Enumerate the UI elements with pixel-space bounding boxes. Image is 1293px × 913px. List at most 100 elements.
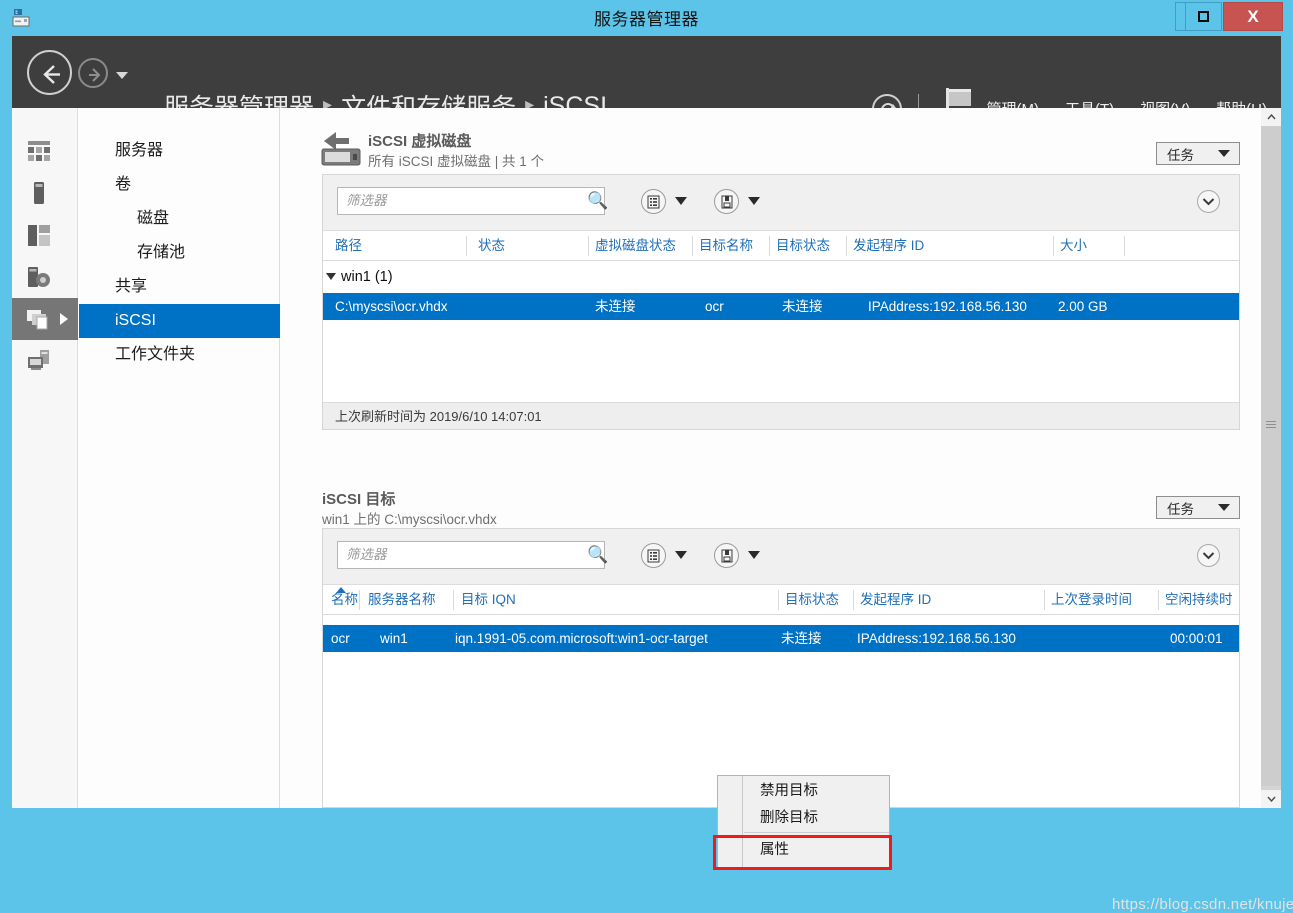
- target-col-initiator-id[interactable]: 发起程序 ID: [860, 585, 931, 615]
- history-dropdown-icon[interactable]: [116, 72, 128, 79]
- column-divider[interactable]: [769, 236, 770, 256]
- dashboard-icon: [28, 141, 50, 161]
- scroll-down-button[interactable]: [1261, 790, 1281, 808]
- target-cell-server-name: win1: [380, 631, 408, 646]
- column-divider[interactable]: [1124, 236, 1125, 256]
- vdisk-collapse-button[interactable]: [1197, 190, 1220, 213]
- column-divider[interactable]: [466, 236, 467, 256]
- tree-item-volumes[interactable]: 卷: [79, 168, 280, 202]
- group-collapse-icon[interactable]: [326, 273, 336, 280]
- vdisk-col-initiator-id[interactable]: 发起程序 ID: [853, 231, 924, 261]
- vdisk-filter-bar: 筛选器 🔍: [323, 175, 1239, 231]
- vdisk-col-target-name[interactable]: 目标名称: [699, 231, 753, 261]
- context-menu-item-properties[interactable]: 属性: [744, 837, 890, 863]
- vdisk-table-row[interactable]: C:\myscsi\ocr.vhdx 未连接 ocr 未连接 IPAddress…: [323, 293, 1239, 320]
- tree-item-servers[interactable]: 服务器: [79, 134, 280, 168]
- target-col-target-status[interactable]: 目标状态: [785, 585, 839, 615]
- context-menu-separator: [744, 832, 889, 833]
- target-view-list-button[interactable]: [641, 543, 666, 568]
- target-column-headers: 名称 服务器名称 目标 IQN 目标状态 发起程序 ID 上次登录时间 空闲持续…: [323, 585, 1239, 615]
- vdisk-col-vdisk-status[interactable]: 虚拟磁盘状态: [595, 231, 676, 261]
- tree-item-shares[interactable]: 共享: [79, 270, 280, 304]
- target-save-dropdown-icon[interactable]: [748, 551, 760, 559]
- maximize-button[interactable]: [1185, 2, 1222, 31]
- target-cell-idle-duration: 00:00:01: [1170, 631, 1223, 646]
- forward-button[interactable]: [78, 58, 108, 88]
- iscsi-icon: [28, 350, 49, 370]
- tree-navigation: 服务器 卷 磁盘 存储池 共享 iSCSI 工作文件夹: [79, 108, 280, 808]
- column-divider[interactable]: [1044, 590, 1045, 610]
- tree-item-disks[interactable]: 磁盘: [79, 202, 280, 236]
- close-icon: X: [1247, 6, 1259, 26]
- context-menu-item-delete-target[interactable]: 删除目标: [744, 805, 890, 831]
- window-titlebar: 服务器管理器 X: [0, 0, 1293, 40]
- disk-icon: [28, 225, 50, 246]
- target-collapse-button[interactable]: [1197, 544, 1220, 567]
- column-divider[interactable]: [846, 236, 847, 256]
- column-divider[interactable]: [1053, 236, 1054, 256]
- back-button[interactable]: [27, 50, 72, 95]
- rail-item-storage-pools[interactable]: [12, 256, 78, 298]
- column-divider[interactable]: [588, 236, 589, 256]
- rail-item-volumes[interactable]: [12, 172, 78, 214]
- tree-item-storage-pools[interactable]: 存储池: [79, 236, 280, 270]
- vdisk-view-dropdown-icon[interactable]: [675, 197, 687, 205]
- volume-icon: [34, 182, 44, 204]
- vdisk-filter-input[interactable]: 筛选器: [337, 187, 605, 215]
- vdisk-section-title: iSCSI 虚拟磁盘: [368, 133, 472, 150]
- vdisk-group-row[interactable]: win1 (1): [323, 263, 1239, 291]
- vdisk-cell-target-status: 未连接: [782, 299, 823, 314]
- scroll-up-button[interactable]: [1261, 108, 1281, 126]
- column-divider[interactable]: [1158, 590, 1159, 610]
- vdisk-tasks-button[interactable]: 任务: [1156, 142, 1240, 165]
- vdisk-cell-status: 未连接: [595, 299, 636, 314]
- vdisk-col-status[interactable]: 状态: [478, 231, 505, 261]
- tree-item-iscsi[interactable]: iSCSI: [79, 304, 280, 338]
- column-divider[interactable]: [853, 590, 854, 610]
- vdisk-save-dropdown-icon[interactable]: [748, 197, 760, 205]
- vdisk-col-target-status[interactable]: 目标状态: [776, 231, 830, 261]
- column-divider[interactable]: [692, 236, 693, 256]
- rail-item-dashboard[interactable]: [12, 130, 78, 172]
- vdisk-save-query-button[interactable]: [714, 189, 739, 214]
- target-save-query-button[interactable]: [714, 543, 739, 568]
- content-vertical-scrollbar[interactable]: [1261, 108, 1281, 808]
- context-menu-item-disable-target[interactable]: 禁用目标: [744, 778, 890, 804]
- column-divider[interactable]: [359, 590, 360, 610]
- watermark-text: https://blog.csdn.net/knuje: [1112, 896, 1293, 913]
- column-divider[interactable]: [453, 590, 454, 610]
- target-filter-input[interactable]: 筛选器: [337, 541, 605, 569]
- list-view-icon: [647, 549, 660, 562]
- target-table-row[interactable]: ocr win1 iqn.1991-05.com.microsoft:win1-…: [323, 625, 1239, 652]
- content-pane: iSCSI 虚拟磁盘 所有 iSCSI 虚拟磁盘 | 共 1 个 任务 筛选器 …: [280, 108, 1270, 808]
- search-icon[interactable]: 🔍: [587, 545, 608, 565]
- target-tasks-button[interactable]: 任务: [1156, 496, 1240, 519]
- tree-item-work-folders[interactable]: 工作文件夹: [79, 338, 280, 372]
- chevron-down-circle-icon: [1202, 552, 1215, 560]
- grip-icon: [1266, 421, 1276, 430]
- scrollbar-thumb[interactable]: [1261, 126, 1281, 786]
- vdisk-col-path[interactable]: 路径: [335, 231, 362, 261]
- icon-rail: [12, 108, 78, 808]
- target-cell-target-iqn: iqn.1991-05.com.microsoft:win1-ocr-targe…: [455, 631, 708, 646]
- server-manager-window: 服务器管理器 X 服务器管理器 ▸ 文件和存储服务: [0, 0, 1293, 913]
- main-body: 服务器 卷 磁盘 存储池 共享 iSCSI 工作文件夹 iSCSI 虚拟磁盘 所…: [12, 108, 1293, 913]
- vdisk-group-label: win1 (1): [341, 269, 393, 285]
- target-view-dropdown-icon[interactable]: [675, 551, 687, 559]
- vdisk-col-size[interactable]: 大小: [1060, 231, 1087, 261]
- target-col-name[interactable]: 名称: [331, 585, 358, 615]
- column-divider[interactable]: [778, 590, 779, 610]
- rail-item-shares[interactable]: [12, 298, 78, 340]
- close-button[interactable]: X: [1223, 2, 1283, 31]
- search-icon[interactable]: 🔍: [587, 191, 608, 211]
- vdisk-section-subtitle: 所有 iSCSI 虚拟磁盘 | 共 1 个: [368, 154, 545, 169]
- target-col-last-login[interactable]: 上次登录时间: [1051, 585, 1132, 615]
- target-col-idle-duration[interactable]: 空闲持续时: [1165, 585, 1233, 615]
- rail-item-iscsi[interactable]: [12, 340, 78, 382]
- save-query-icon: [721, 195, 732, 208]
- navigation-bar: 服务器管理器 ▸ 文件和存储服务 ▸ iSCSI 1 管理(: [12, 36, 1281, 138]
- target-col-target-iqn[interactable]: 目标 IQN: [461, 585, 516, 615]
- target-col-server-name[interactable]: 服务器名称: [368, 585, 436, 615]
- rail-item-disks[interactable]: [12, 214, 78, 256]
- vdisk-view-list-button[interactable]: [641, 189, 666, 214]
